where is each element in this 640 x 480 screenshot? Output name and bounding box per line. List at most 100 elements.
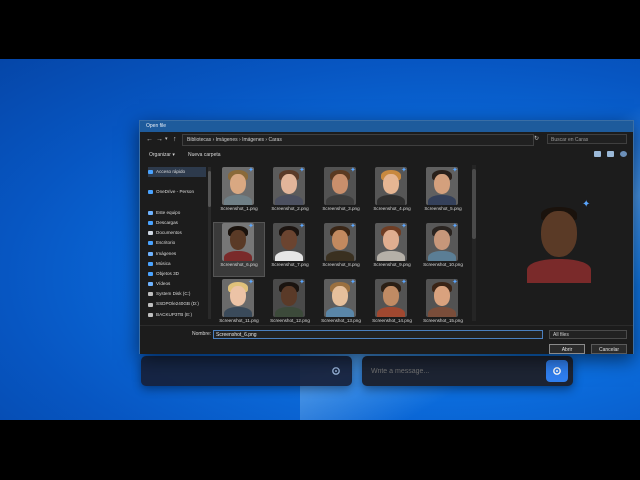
file-item[interactable]: ✦ Screenshot_4.png bbox=[367, 167, 417, 220]
file-name: Screenshot_14.png bbox=[372, 318, 412, 323]
breadcrumb-item[interactable]: Imágenes bbox=[216, 137, 238, 143]
tag-icon: ✦ bbox=[350, 223, 356, 230]
file-item[interactable]: ✦ Screenshot_1.png bbox=[214, 167, 264, 220]
gear-icon bbox=[553, 367, 561, 375]
cube-icon bbox=[148, 271, 153, 276]
nav-item[interactable]: SSDPOle240GB (D:) bbox=[148, 299, 206, 309]
nav-item[interactable]: Escritorio bbox=[148, 238, 206, 248]
file-item[interactable]: ✦ Screenshot_2.png bbox=[265, 167, 315, 220]
file-name: Screenshot_12.png bbox=[270, 318, 310, 323]
drive-icon bbox=[148, 292, 153, 297]
help-icon[interactable] bbox=[620, 151, 627, 157]
tag-icon: ✦ bbox=[582, 199, 591, 210]
file-item[interactable]: ✦ Screenshot_3.png bbox=[316, 167, 366, 220]
nav-item-label: Este equipo bbox=[156, 209, 181, 215]
organize-button[interactable]: Organizar ▾ bbox=[149, 149, 175, 161]
file-item[interactable]: ✦ Screenshot_6.png bbox=[213, 222, 265, 277]
send-button[interactable] bbox=[546, 360, 568, 382]
file-name: Screenshot_9.png bbox=[373, 262, 411, 267]
settings-button-left[interactable] bbox=[325, 360, 347, 382]
document-icon bbox=[148, 231, 153, 236]
tag-icon: ✦ bbox=[299, 279, 305, 286]
nav-item[interactable]: OneDrive - Person bbox=[148, 187, 206, 197]
nav-item[interactable]: Música bbox=[148, 259, 206, 269]
address-bar[interactable]: Bibliotecas › Imágenes › Imágenes › Cara… bbox=[182, 134, 534, 146]
drive-icon bbox=[148, 302, 153, 307]
file-item[interactable]: ✦ Screenshot_9.png bbox=[367, 223, 417, 276]
nav-item[interactable]: Objetos 3D bbox=[148, 269, 206, 279]
breadcrumb-item[interactable]: Caras bbox=[268, 137, 281, 143]
file-name-input[interactable]: Screenshot_6.png bbox=[213, 330, 543, 339]
preview-pane-icon[interactable] bbox=[607, 151, 614, 157]
breadcrumb-item[interactable]: Imágenes bbox=[242, 137, 264, 143]
open-button[interactable]: Abrir bbox=[549, 344, 585, 354]
toolbar: Organizar ▾ Nueva carpeta bbox=[140, 149, 633, 161]
tag-icon: ✦ bbox=[248, 279, 254, 286]
file-name: Screenshot_1.png bbox=[220, 206, 258, 211]
tag-icon: ✦ bbox=[452, 223, 458, 230]
message-input[interactable] bbox=[369, 363, 541, 381]
cancel-button[interactable]: Cancelar bbox=[591, 344, 627, 354]
file-name: Screenshot_2.png bbox=[271, 206, 309, 211]
file-item[interactable]: ✦ Screenshot_10.png bbox=[418, 223, 468, 276]
new-folder-button[interactable]: Nueva carpeta bbox=[188, 149, 221, 161]
file-item[interactable]: ✦ Screenshot_8.png bbox=[316, 223, 366, 276]
grid-scrollbar[interactable] bbox=[472, 165, 476, 321]
gear-icon bbox=[332, 367, 340, 375]
forward-icon[interactable]: → bbox=[156, 135, 163, 144]
tag-icon: ✦ bbox=[248, 223, 254, 230]
file-item[interactable]: ✦ Screenshot_7.png bbox=[265, 223, 315, 276]
nav-item[interactable]: System Disk (C:) bbox=[148, 289, 206, 299]
nav-item bbox=[148, 177, 206, 187]
chat-panel-right bbox=[362, 356, 573, 386]
open-file-dialog: Open file ← → ▾ ↑ Bibliotecas › Imágenes… bbox=[139, 120, 634, 354]
back-icon[interactable]: ← bbox=[146, 135, 153, 144]
file-name-label: Nombre: bbox=[192, 331, 212, 337]
tag-icon: ✦ bbox=[452, 279, 458, 286]
file-name: Screenshot_6.png bbox=[220, 262, 258, 267]
file-name: Screenshot_5.png bbox=[424, 206, 462, 211]
file-item[interactable]: ✦ Screenshot_5.png bbox=[418, 167, 468, 220]
nav-scrollbar[interactable] bbox=[208, 167, 211, 319]
file-name: Screenshot_4.png bbox=[373, 206, 411, 211]
tag-icon: ✦ bbox=[350, 279, 356, 286]
nav-item-label: Objetos 3D bbox=[156, 270, 179, 276]
nav-item[interactable]: Vídeos bbox=[148, 279, 206, 289]
chat-panel-left bbox=[141, 356, 352, 386]
file-name: Screenshot_11.png bbox=[219, 318, 259, 323]
file-type-select[interactable]: All files bbox=[549, 330, 627, 339]
nav-item-label: Documentos bbox=[156, 230, 182, 236]
file-grid: ✦ Screenshot_1.png ✦ Screenshot_2.png ✦ Scree… bbox=[213, 165, 470, 323]
view-mode-icon[interactable] bbox=[594, 151, 601, 157]
nav-item[interactable]: Descargas bbox=[148, 218, 206, 228]
navigation-pane: Acceso rápido OneDrive - Person Este equip… bbox=[148, 167, 206, 319]
nav-item bbox=[148, 198, 206, 208]
nav-item[interactable]: Documentos bbox=[148, 228, 206, 238]
tag-icon: ✦ bbox=[350, 167, 356, 174]
breadcrumb-item[interactable]: Bibliotecas bbox=[187, 137, 211, 143]
refresh-icon[interactable]: ↻ bbox=[534, 135, 539, 144]
nav-item-label: Descargas bbox=[156, 219, 178, 225]
chevron-down-icon[interactable]: ▾ bbox=[165, 135, 168, 144]
file-name: Screenshot_3.png bbox=[322, 206, 360, 211]
tag-icon: ✦ bbox=[299, 223, 305, 230]
nav-item[interactable]: Imágenes bbox=[148, 249, 206, 259]
pictures-icon bbox=[148, 251, 153, 256]
nav-item-label: System Disk (C:) bbox=[156, 291, 191, 297]
file-name: Screenshot_8.png bbox=[322, 262, 360, 267]
address-row: ← → ▾ ↑ Bibliotecas › Imágenes › Imágene… bbox=[140, 133, 633, 146]
nav-item[interactable]: Acceso rápido bbox=[148, 167, 206, 178]
file-name: Screenshot_7.png bbox=[271, 262, 309, 267]
tag-icon: ✦ bbox=[299, 167, 305, 174]
nav-item[interactable]: Este equipo bbox=[148, 208, 206, 218]
file-name: Screenshot_13.png bbox=[321, 318, 361, 323]
tag-icon: ✦ bbox=[401, 167, 407, 174]
nav-item[interactable]: BACKUP3TB (E:) bbox=[148, 310, 206, 319]
up-icon[interactable]: ↑ bbox=[173, 135, 177, 144]
tag-icon: ✦ bbox=[248, 167, 254, 174]
file-type-value: All files bbox=[553, 332, 569, 338]
nav-item-label: SSDPOle240GB (D:) bbox=[156, 301, 199, 307]
search-input[interactable]: Buscar en Caras bbox=[547, 134, 627, 144]
nav-item-label: Música bbox=[156, 260, 171, 266]
star-icon bbox=[148, 170, 153, 175]
